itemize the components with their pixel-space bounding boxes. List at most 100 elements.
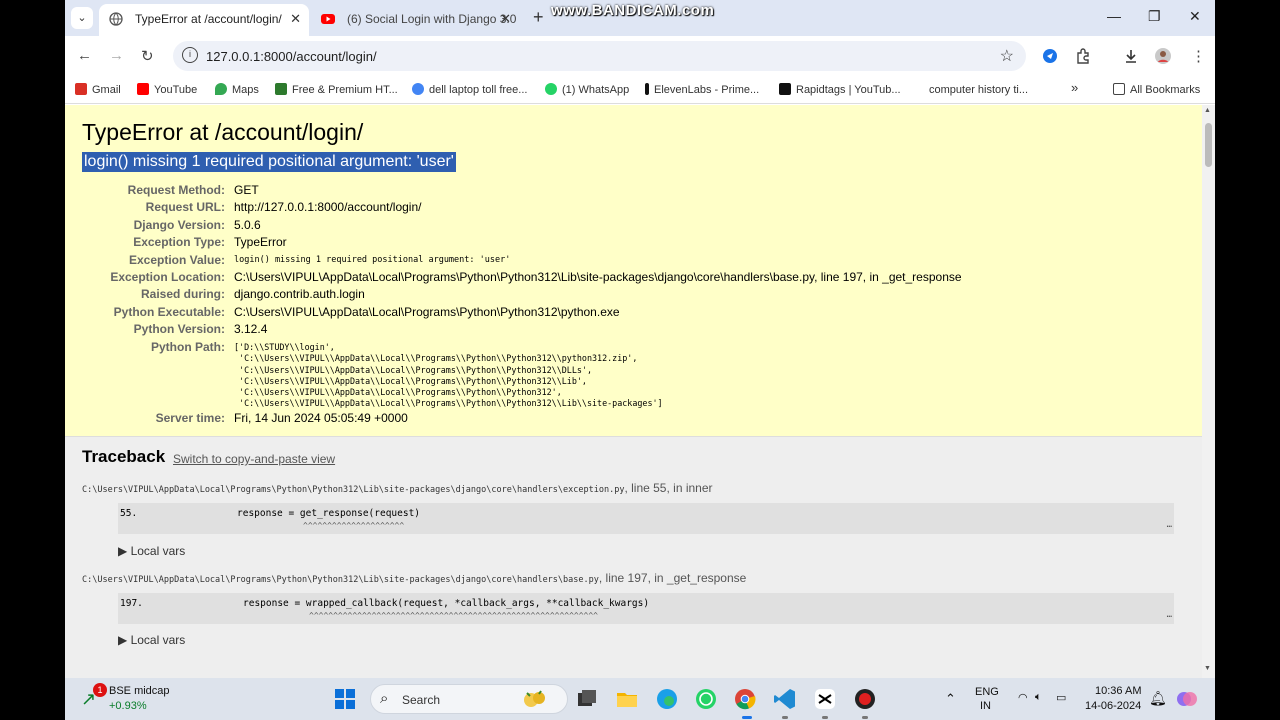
meta-row: Exception Value: login() missing 1 requir… xyxy=(128,252,511,267)
rapidtags-icon xyxy=(779,83,791,95)
recording-watermark: www.BANDICAM.com xyxy=(551,2,715,19)
close-tab-icon[interactable]: ✕ xyxy=(500,11,511,27)
language-region[interactable]: IN xyxy=(980,700,991,712)
meta-row: Django Version: 5.0.6 xyxy=(133,217,261,232)
new-tab-button[interactable]: + xyxy=(533,7,544,28)
blank-page-icon xyxy=(912,83,924,95)
menu-kebab-icon[interactable]: ⋮ xyxy=(1191,47,1206,65)
file-explorer-icon[interactable] xyxy=(615,687,639,711)
windows-start-icon[interactable] xyxy=(333,687,357,711)
code-context: 197. response = wrapped_callback(request… xyxy=(118,593,1174,624)
forward-arrow-icon[interactable]: → xyxy=(109,47,124,64)
whatsapp-icon xyxy=(545,83,557,95)
traceback-heading: Traceback xyxy=(82,447,166,466)
bandicam-record-icon[interactable] xyxy=(853,687,877,711)
restore-button[interactable]: ❐ xyxy=(1148,8,1161,25)
wifi-icon[interactable]: ◠ xyxy=(1018,691,1028,704)
traceback-frame-path: C:\Users\VIPUL\AppData\Local\Programs\Py… xyxy=(82,571,747,585)
taskbar-search[interactable]: ⌕ Search xyxy=(370,684,568,714)
scroll-up-arrow-icon[interactable]: ▲ xyxy=(1204,107,1211,114)
bookmark-star-icon[interactable]: ☆ xyxy=(1000,46,1014,66)
meta-row: Exception Type: TypeError xyxy=(133,235,287,250)
tab-title: TypeError at /account/login/ xyxy=(135,12,282,26)
minimize-button[interactable]: — xyxy=(1107,8,1121,24)
close-window-button[interactable]: ✕ xyxy=(1189,8,1201,25)
bookmarks-bar: Gmail YouTube Maps Free & Premium HT... … xyxy=(65,76,1215,104)
page-title: TypeError at /account/login/ xyxy=(82,119,364,145)
traceback-section: Traceback Switch to copy-and-paste view … xyxy=(65,437,1202,678)
bookmark-free-premium[interactable]: Free & Premium HT... xyxy=(275,83,398,96)
local-vars-toggle[interactable]: ▶ Local vars xyxy=(118,633,185,647)
bookmark-dell[interactable]: dell laptop toll free... xyxy=(412,83,527,96)
back-arrow-icon[interactable]: ← xyxy=(77,47,92,64)
server-time-row: Server time: Fri, 14 Jun 2024 05:05:49 +0… xyxy=(155,411,408,425)
whatsapp-icon[interactable] xyxy=(694,687,718,711)
tab-strip: ⌄ TypeError at /account/login/ ✕ (6) Soc… xyxy=(65,0,1215,36)
download-icon[interactable] xyxy=(1123,48,1139,64)
copilot-icon[interactable] xyxy=(1175,687,1199,711)
address-bar[interactable]: i 127.0.0.1:8000/account/login/ ☆ xyxy=(173,41,1026,71)
notification-badge: 1 xyxy=(93,683,107,697)
url-text[interactable]: 127.0.0.1:8000/account/login/ xyxy=(206,49,377,64)
profile-avatar-icon[interactable] xyxy=(1155,48,1171,64)
tab-youtube[interactable]: (6) Social Login with Django 3.0 ✕ xyxy=(311,4,519,36)
all-bookmarks-button[interactable]: All Bookmarks xyxy=(1113,83,1200,96)
language-indicator[interactable]: ENG xyxy=(975,686,999,698)
folder-icon xyxy=(1113,83,1125,95)
meta-row: Python Executable: C:\Users\VIPUL\AppData… xyxy=(113,304,620,319)
more-bookmarks-chevron-icon[interactable]: » xyxy=(1071,80,1078,95)
globe-icon xyxy=(109,12,123,26)
request-meta-table: Request Method: GET Request URL: http://12… xyxy=(65,183,1195,357)
scroll-down-arrow-icon[interactable]: ▼ xyxy=(1204,665,1211,672)
edge-browser-icon[interactable] xyxy=(655,687,679,711)
reload-icon[interactable]: ↻ xyxy=(141,47,154,65)
tab-title: (6) Social Login with Django 3.0 xyxy=(347,12,517,26)
vscode-icon[interactable] xyxy=(773,687,797,711)
battery-icon[interactable]: ▭ xyxy=(1056,691,1066,704)
running-app-indicator xyxy=(862,716,868,719)
meta-row: Request Method: GET xyxy=(127,183,259,197)
elevenlabs-icon xyxy=(645,83,649,95)
google-icon xyxy=(412,83,424,95)
traceback-frame-path: C:\Users\VIPUL\AppData\Local\Programs\Py… xyxy=(82,481,713,495)
running-app-indicator xyxy=(782,716,788,719)
clock-date[interactable]: 14-06-2024 xyxy=(1085,700,1141,712)
active-app-indicator xyxy=(742,716,752,719)
error-summary: TypeError at /account/login/ login() mis… xyxy=(65,105,1202,437)
scrollbar-thumb[interactable] xyxy=(1205,123,1212,167)
puzzle-extensions-icon[interactable] xyxy=(1075,48,1091,64)
meta-row: Request URL: http://127.0.0.1:8000/accoun… xyxy=(145,200,422,215)
tray-overflow-chevron-icon[interactable]: ⌃ xyxy=(945,691,956,707)
bookmark-whatsapp[interactable]: (1) WhatsApp xyxy=(545,83,629,96)
task-view-icon[interactable] xyxy=(575,687,599,711)
volume-icon[interactable]: 🔈︎ xyxy=(1035,691,1042,704)
search-icon: ⌕ xyxy=(380,690,389,707)
python-path-list: ['D:\\STUDY\\login', 'C:\\Users\\VIPUL\\… xyxy=(234,342,663,409)
capcut-icon[interactable] xyxy=(813,687,837,711)
bookmark-gmail[interactable]: Gmail xyxy=(75,83,121,96)
youtube-icon xyxy=(137,83,149,95)
bookmark-computer-history[interactable]: computer history ti... xyxy=(912,83,1028,96)
bookmark-elevenlabs[interactable]: ElevenLabs - Prime... xyxy=(645,83,759,96)
switch-view-link[interactable]: Switch to copy-and-paste view xyxy=(173,452,335,466)
gmail-icon xyxy=(75,83,87,95)
notification-bell-icon[interactable]: 🔔︎ xyxy=(1149,690,1167,707)
tab-search-dropdown[interactable]: ⌄ xyxy=(71,7,93,29)
maps-pin-icon xyxy=(215,83,227,95)
meta-row: Raised during: django.contrib.auth.login xyxy=(140,287,365,302)
chrome-icon[interactable] xyxy=(733,687,757,711)
local-vars-toggle[interactable]: ▶ Local vars xyxy=(118,544,185,558)
meta-row: Exception Location: C:\Users\VIPUL\AppDat… xyxy=(110,269,962,284)
tab-active[interactable]: TypeError at /account/login/ ✕ xyxy=(99,4,309,36)
vertical-scrollbar[interactable]: ▲ ▼ xyxy=(1202,105,1215,678)
close-tab-icon[interactable]: ✕ xyxy=(290,11,301,27)
meta-row: Python Version: 3.12.4 xyxy=(133,322,268,337)
extension-icon[interactable] xyxy=(1042,48,1058,64)
running-app-indicator xyxy=(822,716,828,719)
bookmark-maps[interactable]: Maps xyxy=(215,83,259,96)
clock-time[interactable]: 10:36 AM xyxy=(1095,685,1141,697)
address-toolbar: ← → ↻ i 127.0.0.1:8000/account/login/ ☆ … xyxy=(65,36,1215,76)
bookmark-youtube[interactable]: YouTube xyxy=(137,83,197,96)
site-info-icon[interactable]: i xyxy=(182,47,198,63)
bookmark-rapidtags[interactable]: Rapidtags | YouTub... xyxy=(779,83,901,96)
